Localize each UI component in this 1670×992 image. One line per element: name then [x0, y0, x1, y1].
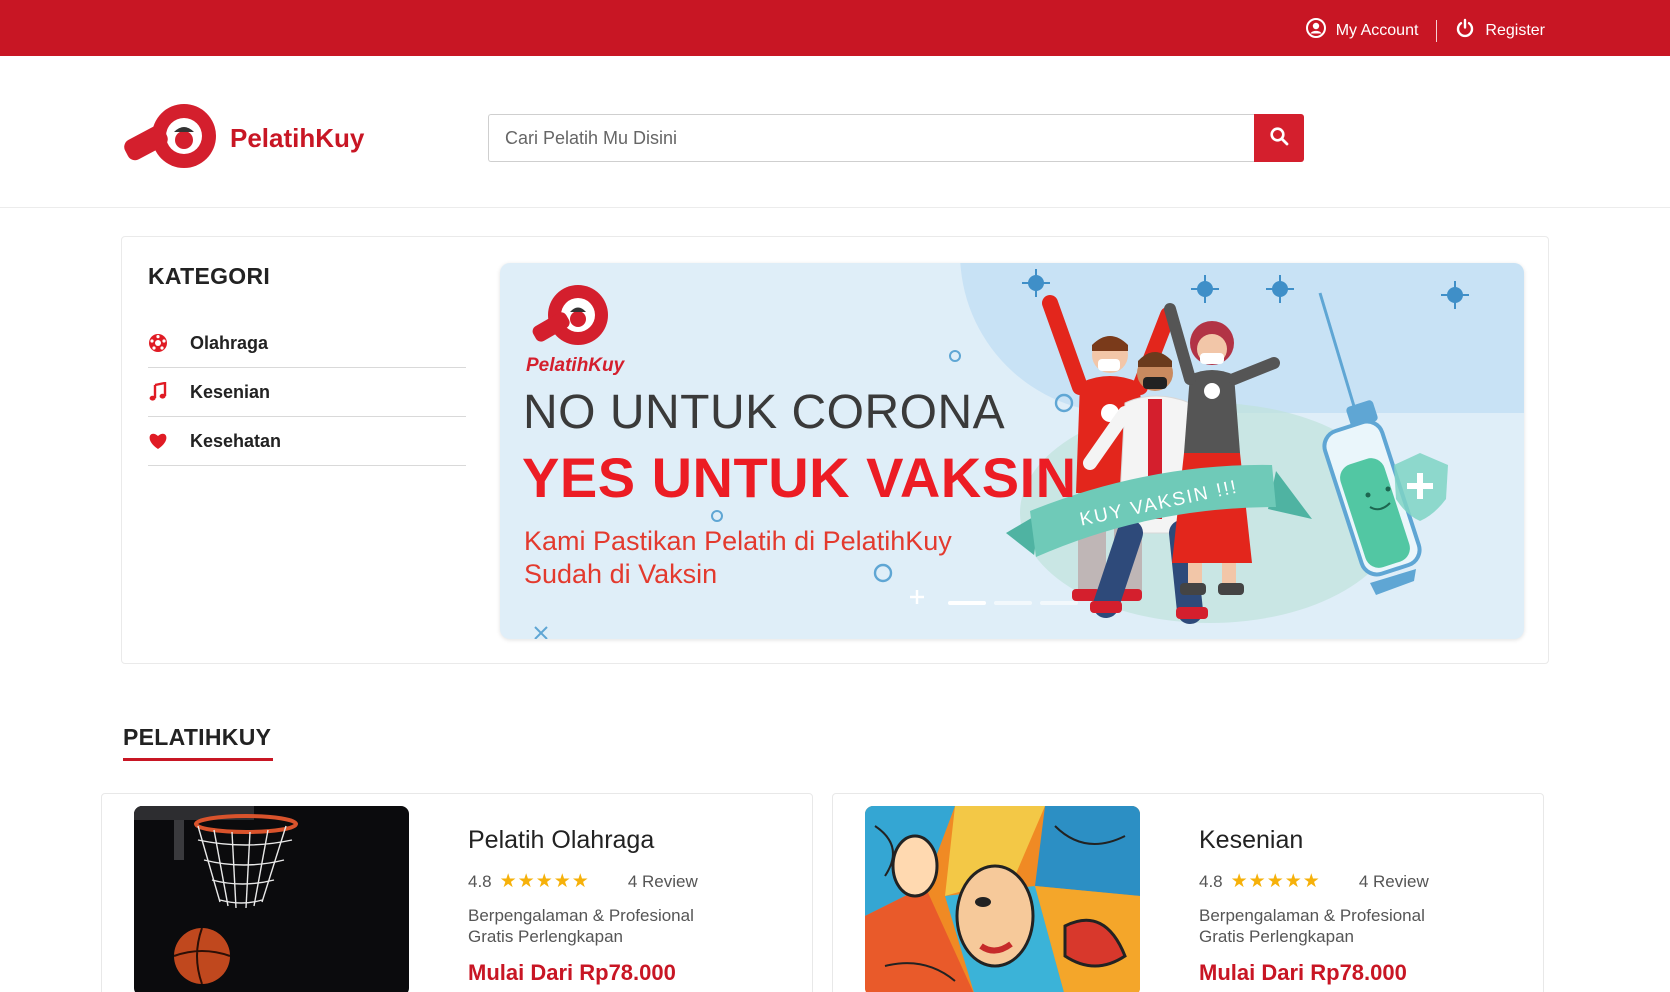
promo-banner[interactable]: KUY VAKSIN !!! PelatihKuy NO UNTUK CORON…: [500, 263, 1524, 639]
rating-value: 4.8: [468, 871, 492, 891]
search-input[interactable]: [488, 114, 1254, 162]
banner-whistle-logo-icon: [532, 285, 608, 345]
street-art-mural-photo: [865, 806, 1140, 992]
header: PelatihKuy: [0, 56, 1670, 208]
star-rating-icon: ★★★★★: [499, 871, 590, 892]
card-feature-2: Gratis Perlengkapan: [468, 927, 623, 946]
coach-card-kesenian[interactable]: Kesenian 4.8 ★★★★★ 4 Review Berpengalama…: [832, 793, 1544, 992]
banner-headline-2: YES UNTUK VAKSIN: [522, 446, 1077, 509]
carousel-indicators: [948, 601, 1078, 605]
search-bar: [488, 114, 1304, 162]
category-label: Kesenian: [190, 381, 271, 402]
star-rating-icon: ★★★★★: [1230, 871, 1321, 892]
category-title: KATEGORI: [148, 263, 271, 289]
music-note-icon: [148, 382, 168, 402]
whistle-logo-icon: [122, 102, 218, 175]
coach-card-olahraga[interactable]: Pelatih Olahraga 4.8 ★★★★★ 4 Review Berp…: [101, 793, 813, 992]
section-underline: [123, 758, 273, 761]
search-icon: [1269, 126, 1289, 151]
my-account-link[interactable]: My Account: [1305, 18, 1419, 43]
brand-logo[interactable]: PelatihKuy: [122, 102, 364, 175]
carousel-dot-2[interactable]: [994, 601, 1032, 605]
card-feature-1: Berpengalaman & Profesional: [1199, 906, 1425, 925]
category-item-olahraga[interactable]: Olahraga: [148, 319, 466, 368]
card-rating: 4.8 ★★★★★ 4 Review: [468, 870, 698, 893]
banner-headline-1: NO UNTUK CORONA: [523, 386, 1006, 439]
card-rating: 4.8 ★★★★★ 4 Review: [1199, 870, 1429, 893]
rating-value: 4.8: [1199, 871, 1223, 891]
my-account-label: My Account: [1335, 21, 1419, 39]
search-button[interactable]: [1254, 114, 1304, 162]
brand-name: PelatihKuy: [230, 123, 365, 153]
heart-icon: [148, 432, 168, 450]
category-banner-panel: KATEGORI Olahraga Kesenian Kesehatan KUY…: [121, 236, 1549, 664]
category-list: Olahraga Kesenian Kesehatan: [148, 319, 466, 466]
basketball-hoop-photo: [134, 806, 409, 992]
carousel-dot-3[interactable]: [1040, 601, 1078, 605]
register-link[interactable]: Register: [1455, 18, 1545, 43]
register-label: Register: [1485, 21, 1545, 39]
category-item-kesehatan[interactable]: Kesehatan: [148, 417, 466, 466]
card-feature-1: Berpengalaman & Profesional: [468, 906, 694, 925]
section-title: PELATIHKUY: [123, 724, 272, 750]
banner-brand: PelatihKuy: [526, 355, 625, 376]
carousel-dot-1[interactable]: [948, 601, 986, 605]
category-item-kesenian[interactable]: Kesenian: [148, 368, 466, 417]
category-label: Kesehatan: [190, 430, 282, 451]
review-count: 4 Review: [627, 871, 698, 891]
user-circle-icon: [1305, 18, 1326, 43]
top-bar: My Account Register: [0, 0, 1670, 56]
card-price: Mulai Dari Rp78.000: [468, 960, 676, 985]
banner-subtitle: Kami Pastikan Pelatih di PelatihKuy Suda…: [524, 526, 952, 589]
card-title: Pelatih Olahraga: [468, 826, 655, 854]
account-menu: My Account Register: [1305, 18, 1545, 43]
power-icon: [1455, 18, 1475, 43]
soccer-ball-icon: [148, 333, 168, 353]
category-label: Olahraga: [190, 332, 269, 353]
divider: [1436, 19, 1438, 42]
review-count: 4 Review: [1358, 871, 1429, 891]
card-price: Mulai Dari Rp78.000: [1199, 960, 1407, 985]
card-feature-2: Gratis Perlengkapan: [1199, 927, 1354, 946]
card-title: Kesenian: [1199, 826, 1304, 854]
